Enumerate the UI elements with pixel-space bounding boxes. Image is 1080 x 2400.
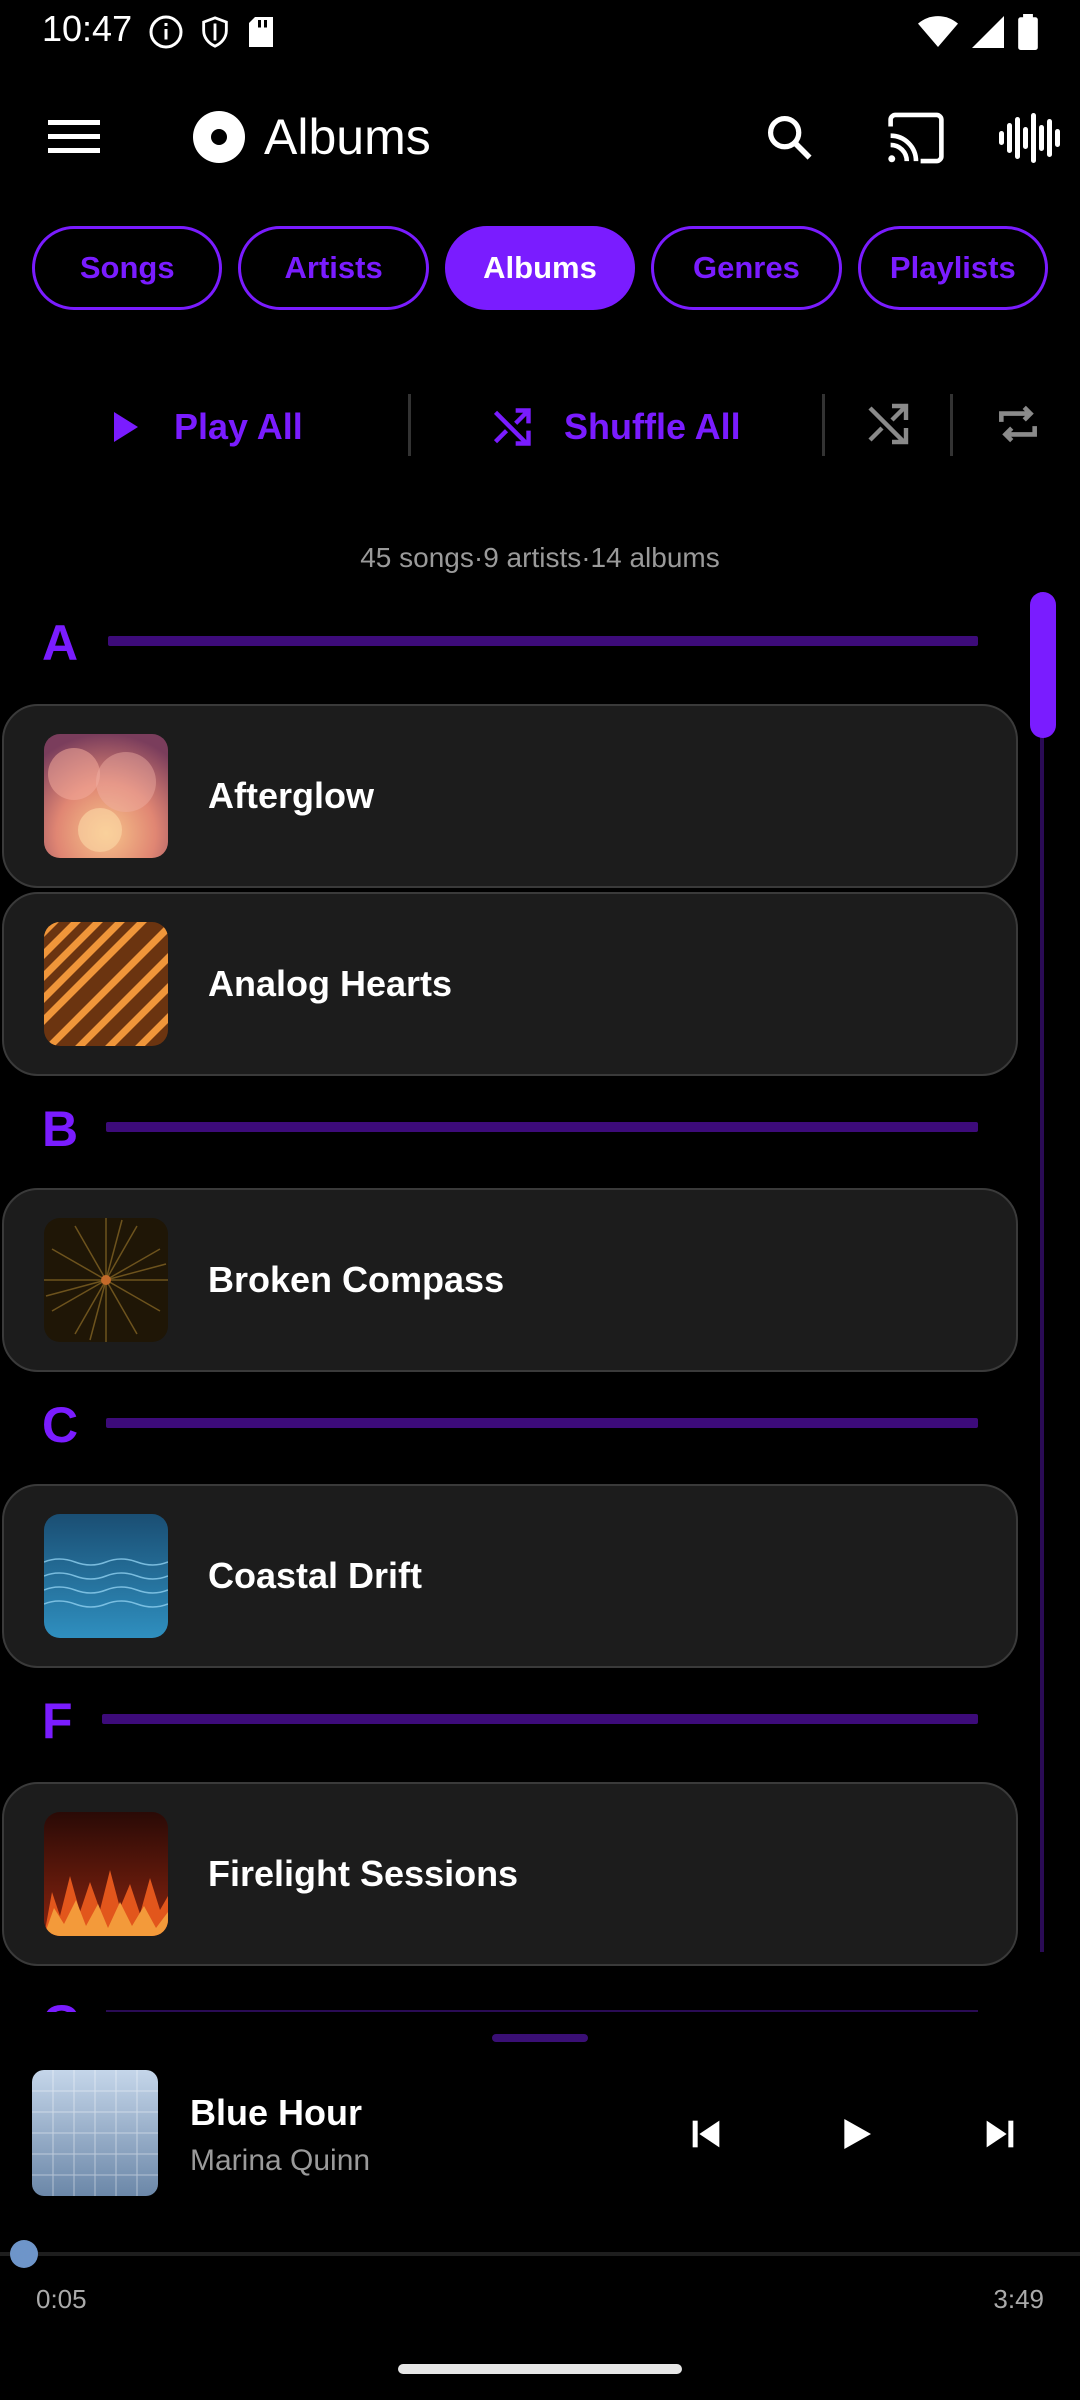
cast-button[interactable] (884, 106, 948, 170)
divider (822, 394, 825, 456)
shuffle-toggle-button[interactable] (860, 396, 916, 452)
album-art-firelight-sessions (44, 1812, 168, 1936)
divider (950, 394, 953, 456)
play-all-button[interactable]: Play All (110, 392, 360, 462)
play-pause-button[interactable] (826, 2104, 886, 2164)
section-letter-f: F (42, 1693, 73, 1749)
tab-artists[interactable]: Artists (238, 226, 429, 310)
section-g-clip: G (0, 1994, 1080, 2012)
shuffle-icon (490, 405, 534, 449)
tab-playlists[interactable]: Playlists (857, 226, 1049, 310)
previous-button[interactable] (676, 2104, 736, 2164)
menu-button[interactable] (44, 116, 104, 160)
elapsed-time: 0:05 (36, 2284, 87, 2314)
section-divider (106, 1418, 978, 1428)
audio-visualizer-button[interactable] (996, 106, 1066, 170)
sd-card-icon (246, 14, 276, 50)
album-art-analog-hearts (44, 922, 168, 1046)
repeat-icon (993, 399, 1043, 449)
tab-albums[interactable]: Albums (444, 226, 636, 310)
player-drag-handle[interactable] (492, 2034, 588, 2042)
shuffle-icon (864, 400, 912, 448)
skip-next-icon (980, 2114, 1020, 2154)
search-icon (763, 111, 815, 163)
shield-icon (198, 14, 232, 50)
album-card[interactable]: Broken Compass (2, 1188, 1018, 1372)
album-card[interactable]: Coastal Drift (2, 1484, 1018, 1668)
total-time: 3:49 (993, 2284, 1044, 2314)
hamburger-menu-icon (44, 116, 104, 156)
progress-bar[interactable] (0, 2252, 1080, 2256)
now-playing-album-art[interactable] (32, 2070, 158, 2196)
search-button[interactable] (758, 106, 820, 168)
album-art-broken-compass (44, 1218, 168, 1342)
status-bar: 10:47 (0, 0, 1080, 64)
skip-previous-icon (686, 2114, 726, 2154)
page-title: Albums (264, 109, 431, 165)
category-tabs: Songs Artists Albums Genres Playlists (32, 226, 1049, 310)
waveform-icon (997, 113, 1065, 163)
shuffle-all-button[interactable]: Shuffle All (490, 392, 770, 462)
play-icon (110, 410, 140, 444)
scrollbar-track (1040, 592, 1044, 1952)
albums-disc-icon (192, 110, 246, 164)
section-letter-c: C (42, 1397, 79, 1453)
cast-icon (886, 112, 946, 164)
shuffle-all-label: Shuffle All (564, 406, 741, 447)
tab-genres[interactable]: Genres (651, 226, 842, 310)
home-gesture-bar[interactable] (398, 2364, 682, 2374)
album-card[interactable]: Analog Hearts (2, 892, 1018, 1076)
section-letter-b: B (42, 1101, 79, 1157)
tab-songs[interactable]: Songs (32, 226, 223, 310)
now-playing-title: Blue Hour (190, 2092, 363, 2133)
scrollbar-thumb[interactable] (1030, 592, 1056, 738)
album-title: Afterglow (208, 775, 374, 816)
album-title: Broken Compass (208, 1259, 505, 1300)
album-title: Analog Hearts (208, 963, 453, 1004)
section-divider (108, 636, 978, 646)
section-letter-a: A (42, 615, 79, 671)
play-all-label: Play All (174, 406, 303, 447)
album-art-coastal-drift (44, 1514, 168, 1638)
section-divider (106, 1122, 978, 1132)
album-card[interactable]: Afterglow (2, 704, 1018, 888)
repeat-toggle-button[interactable] (990, 396, 1046, 452)
album-card[interactable]: Firelight Sessions (2, 1782, 1018, 1966)
progress-knob[interactable] (10, 2240, 38, 2268)
cell-signal-icon (972, 16, 1004, 48)
wifi-icon (918, 15, 958, 49)
now-playing-artist: Marina Quinn (190, 2144, 371, 2177)
divider (408, 394, 411, 456)
album-title: Coastal Drift (208, 1555, 423, 1596)
library-summary: 45 songs·9 artists·14 albums (360, 542, 720, 573)
album-art-afterglow (44, 734, 168, 858)
battery-icon (1018, 14, 1038, 50)
next-button[interactable] (970, 2104, 1030, 2164)
album-title: Firelight Sessions (208, 1853, 519, 1894)
status-time: 10:47 (42, 8, 133, 49)
play-icon (836, 2113, 876, 2155)
section-divider (102, 1714, 978, 1724)
section-divider (106, 2010, 978, 2012)
section-letter-g: G (42, 1994, 81, 2012)
info-icon (148, 14, 184, 50)
